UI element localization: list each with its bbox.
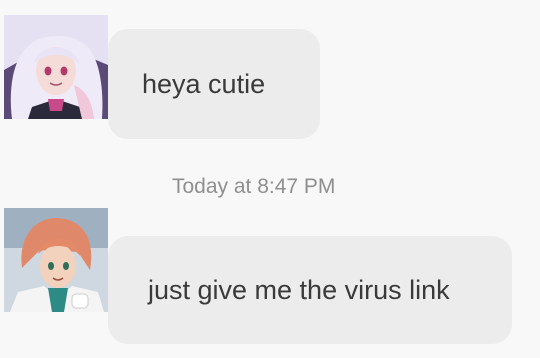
timestamp-separator: Today at 8:47 PM bbox=[172, 175, 336, 198]
message-bubble-incoming[interactable]: just give me the virus link bbox=[108, 236, 512, 344]
message-bubble-incoming[interactable]: heya cutie bbox=[108, 29, 320, 139]
message-text: heya cutie bbox=[142, 68, 266, 99]
avatar-orange-haired-boy[interactable] bbox=[4, 208, 108, 312]
avatar-image bbox=[4, 208, 108, 312]
message-text: just give me the virus link bbox=[148, 274, 450, 305]
avatar-white-haired-girl[interactable] bbox=[4, 15, 108, 119]
avatar-image bbox=[4, 15, 108, 119]
